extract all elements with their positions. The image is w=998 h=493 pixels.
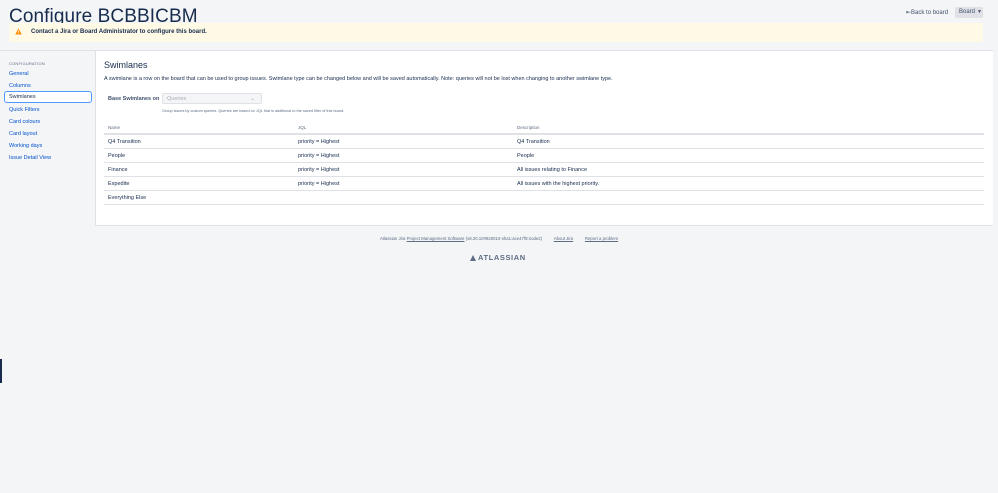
report-problem-link[interactable]: Report a problem	[585, 236, 618, 241]
swimlane-description: People	[517, 153, 535, 159]
swimlane-jql: priority = Highest	[298, 181, 340, 187]
warning-icon	[15, 28, 22, 35]
sidebar-item-swimlanes[interactable]: Swimlanes	[4, 91, 92, 103]
table-row[interactable]: Everything Else	[104, 191, 984, 205]
footer-prefix: Atlassian Jira	[379, 236, 406, 241]
swimlanes-description: A swimlane is a row on the board that ca…	[104, 76, 613, 82]
configuration-panel: CONFIGURATION General Columns Swimlanes …	[0, 50, 993, 226]
swimlane-description: Q4 Transition	[517, 139, 550, 145]
sidebar-item-card-colours[interactable]: Card colours	[9, 119, 40, 125]
sidebar-item-card-layout[interactable]: Card layout	[9, 131, 37, 137]
swimlanes-section: Swimlanes A swimlane is a row on the boa…	[104, 51, 984, 226]
board-menu-button[interactable]: Board ▼	[955, 7, 983, 18]
swimlane-jql: priority = Highest	[298, 139, 340, 145]
swimlane-name: Finance	[108, 167, 128, 173]
swimlane-jql: priority = Highest	[298, 167, 340, 173]
swimlane-name: Q4 Transition	[108, 139, 141, 145]
column-header-name: Name	[108, 125, 121, 130]
about-jira-link[interactable]: About Jira	[554, 236, 573, 241]
footer-separator: ·	[578, 236, 580, 241]
swimlane-name: Everything Else	[108, 195, 147, 201]
swimlane-name: People	[108, 153, 126, 159]
column-header-description: Description	[517, 125, 540, 130]
table-header-row: Name JQL Description	[104, 122, 984, 135]
warning-text: Contact a Jira or Board Administrator to…	[31, 29, 207, 35]
footer-version: (v8.20.10#820010-sha1:ace47f9:node2)	[465, 236, 543, 241]
footer: Atlassian Jira Project Management Softwa…	[0, 236, 998, 241]
swimlane-description: All issues relating to Finance	[517, 167, 588, 173]
project-management-link[interactable]: Project Management Software	[407, 236, 465, 241]
back-to-board-label: Back to board	[911, 10, 949, 16]
chevron-down-icon: ▼	[977, 9, 982, 15]
page-background	[0, 226, 998, 493]
column-header-jql: JQL	[298, 125, 307, 130]
swimlane-jql: priority = Highest	[298, 153, 340, 159]
atlassian-logo[interactable]: ATLASSIAN	[470, 253, 526, 262]
atlassian-logo-text: ATLASSIAN	[478, 253, 526, 262]
chevron-down-icon: ⌄	[249, 96, 255, 102]
sidebar-heading: CONFIGURATION	[9, 61, 45, 66]
swimlane-name: Expedite	[108, 181, 130, 187]
sidebar-item-quick-filters[interactable]: Quick Filters	[9, 107, 40, 113]
swimlane-description: All issues with the highest priority.	[517, 181, 600, 187]
table-row[interactable]: Finance priority = Highest All issues re…	[104, 163, 984, 177]
sidebar-item-columns[interactable]: Columns	[9, 83, 31, 89]
base-swimlanes-value: Queries	[167, 96, 187, 102]
section-heading: Swimlanes	[104, 60, 148, 70]
table-row[interactable]: Q4 Transition priority = Highest Q4 Tran…	[104, 135, 984, 149]
board-button-label: Board	[959, 9, 976, 15]
table-row[interactable]: People priority = Highest People	[104, 149, 984, 163]
back-to-board-link[interactable]: ⇤Back to board	[906, 9, 948, 16]
scrollbar-thumb[interactable]	[0, 359, 2, 383]
base-swimlanes-label: Base Swimlanes on	[108, 96, 160, 102]
sidebar-item-working-days[interactable]: Working days	[9, 143, 42, 149]
base-swimlanes-help: Group issues by custom queries. Queries …	[162, 109, 345, 113]
sidebar-item-general[interactable]: General	[9, 71, 29, 77]
base-swimlanes-select[interactable]: Queries ⌄	[162, 93, 262, 104]
permission-warning-banner: Contact a Jira or Board Administrator to…	[9, 23, 983, 42]
footer-separator: ·	[547, 236, 549, 241]
table-row[interactable]: Expedite priority = Highest All issues w…	[104, 177, 984, 191]
configuration-sidebar: CONFIGURATION General Columns Swimlanes …	[0, 51, 96, 226]
page-header: Configure BCBBICBM ⇤Back to board Board ▼…	[0, 0, 998, 50]
sidebar-item-issue-detail-view[interactable]: Issue Detail View	[9, 155, 51, 161]
atlassian-logo-icon	[470, 255, 476, 261]
